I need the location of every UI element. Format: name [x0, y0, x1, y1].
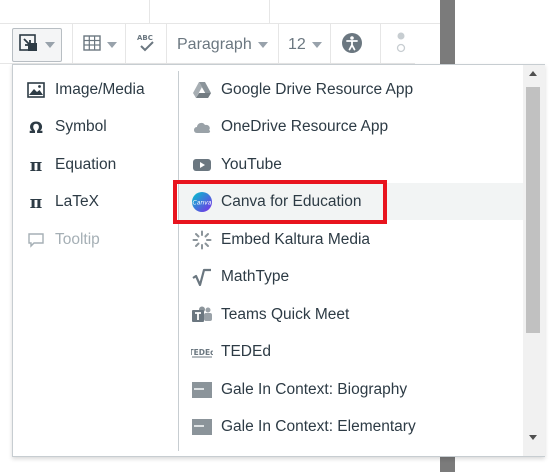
- toolbar-separator: [125, 24, 126, 64]
- pi-icon: π: [25, 191, 47, 213]
- menu-item-label: TEDEd: [221, 342, 271, 360]
- embed-menu-right-column: Google Drive Resource App OneDrive Resou…: [179, 65, 523, 456]
- menu-item-label: Image/Media: [55, 80, 145, 98]
- embed-icon: [19, 33, 39, 57]
- omega-icon: Ω: [25, 116, 47, 138]
- font-size-label: 12: [288, 36, 306, 53]
- top-strip-cell: [150, 0, 270, 24]
- menu-scrollbar[interactable]: [523, 65, 545, 456]
- scroll-up-arrow-icon[interactable]: [529, 71, 537, 76]
- menu-item-mathtype[interactable]: MathType: [179, 258, 523, 295]
- menu-item-symbol[interactable]: Ω Symbol: [13, 108, 178, 145]
- svg-text:Ω: Ω: [29, 119, 43, 135]
- svg-text:π: π: [30, 194, 42, 210]
- gale-icon: [191, 416, 213, 438]
- editor-toolbar: ABC Paragraph 12: [0, 24, 415, 64]
- paragraph-format-select[interactable]: Paragraph: [170, 28, 275, 62]
- accessibility-icon: [341, 32, 363, 59]
- teded-icon-text: TEDEd: [191, 348, 213, 357]
- spellcheck-button[interactable]: ABC: [128, 28, 166, 62]
- mathtype-icon: [191, 266, 213, 288]
- kaltura-icon: [191, 229, 213, 251]
- scrollbar-thumb[interactable]: [526, 87, 540, 333]
- menu-item-gale-elementary[interactable]: Gale In Context: Elementary: [179, 408, 523, 445]
- menu-item-teded[interactable]: TEDEd TEDEd: [179, 333, 523, 370]
- menu-item-label: OneDrive Resource App: [221, 117, 389, 135]
- toolbar-separator: [380, 24, 381, 64]
- menu-item-onedrive[interactable]: OneDrive Resource App: [179, 108, 523, 145]
- menu-item-equation[interactable]: π Equation: [13, 146, 178, 183]
- teams-icon: [191, 304, 213, 326]
- menu-item-label: Symbol: [55, 117, 107, 135]
- more-dots-icon: [395, 30, 407, 61]
- chevron-down-icon: [107, 42, 117, 48]
- embed-insert-button[interactable]: [12, 28, 62, 62]
- menu-item-gale-biography[interactable]: Gale In Context: Biography: [179, 371, 523, 408]
- menu-item-label: MathType: [221, 267, 290, 285]
- teded-icon: TEDEd: [191, 341, 213, 363]
- spellcheck-icon: ABC: [135, 32, 159, 59]
- menu-item-label: Embed Kaltura Media: [221, 230, 371, 248]
- speech-bubble-icon: [25, 229, 47, 251]
- table-button[interactable]: [76, 28, 124, 62]
- menu-item-latex[interactable]: π LaTeX: [13, 183, 178, 220]
- table-icon: [83, 34, 101, 56]
- gale-icon: [191, 379, 213, 401]
- menu-item-google-drive[interactable]: Google Drive Resource App: [179, 71, 523, 108]
- paragraph-select-label: Paragraph: [177, 36, 252, 53]
- scroll-down-arrow-icon[interactable]: [529, 435, 537, 440]
- google-drive-icon: [191, 79, 213, 101]
- menu-item-label: Tooltip: [55, 230, 100, 248]
- menu-item-label: Teams Quick Meet: [221, 305, 350, 323]
- onedrive-cloud-icon: [191, 116, 213, 138]
- chevron-down-icon: [45, 42, 55, 48]
- image-icon: [25, 79, 47, 101]
- highlight-annotation-box: [173, 180, 387, 224]
- menu-item-label: Gale In Context: Elementary: [221, 417, 416, 435]
- menu-item-label: Equation: [55, 155, 117, 173]
- menu-item-image-media[interactable]: Image/Media: [13, 71, 178, 108]
- chevron-down-icon: [311, 42, 322, 48]
- pi-icon: π: [25, 154, 47, 176]
- font-size-select[interactable]: 12: [281, 28, 329, 62]
- toolbar-separator: [72, 24, 73, 64]
- menu-item-tooltip: Tooltip: [13, 221, 178, 258]
- svg-text:π: π: [30, 157, 42, 173]
- spellcheck-icon-text: ABC: [137, 34, 153, 42]
- menu-item-label: LaTeX: [55, 192, 99, 210]
- menu-item-kaltura[interactable]: Embed Kaltura Media: [179, 221, 523, 258]
- menu-item-youtube[interactable]: YouTube: [179, 146, 523, 183]
- toolbar-separator: [166, 24, 167, 64]
- youtube-icon: [191, 154, 213, 176]
- chevron-down-icon: [257, 42, 268, 48]
- toolbar-separator: [278, 24, 279, 64]
- embed-dropdown-menu: Image/Media Ω Symbol π Equation π LaTeX …: [12, 64, 545, 457]
- editor-top-strip: [0, 0, 440, 24]
- menu-item-teams-quick-meet[interactable]: Teams Quick Meet: [179, 296, 523, 333]
- menu-item-label: YouTube: [221, 155, 282, 173]
- top-strip-cell: [0, 0, 150, 24]
- menu-item-label: Google Drive Resource App: [221, 80, 414, 98]
- more-options-button[interactable]: [388, 28, 414, 62]
- toolbar-separator: [330, 24, 331, 64]
- embed-menu-left-column: Image/Media Ω Symbol π Equation π LaTeX …: [13, 65, 178, 456]
- menu-item-label: Gale In Context: Biography: [221, 380, 408, 398]
- accessibility-checker-button[interactable]: [334, 28, 370, 62]
